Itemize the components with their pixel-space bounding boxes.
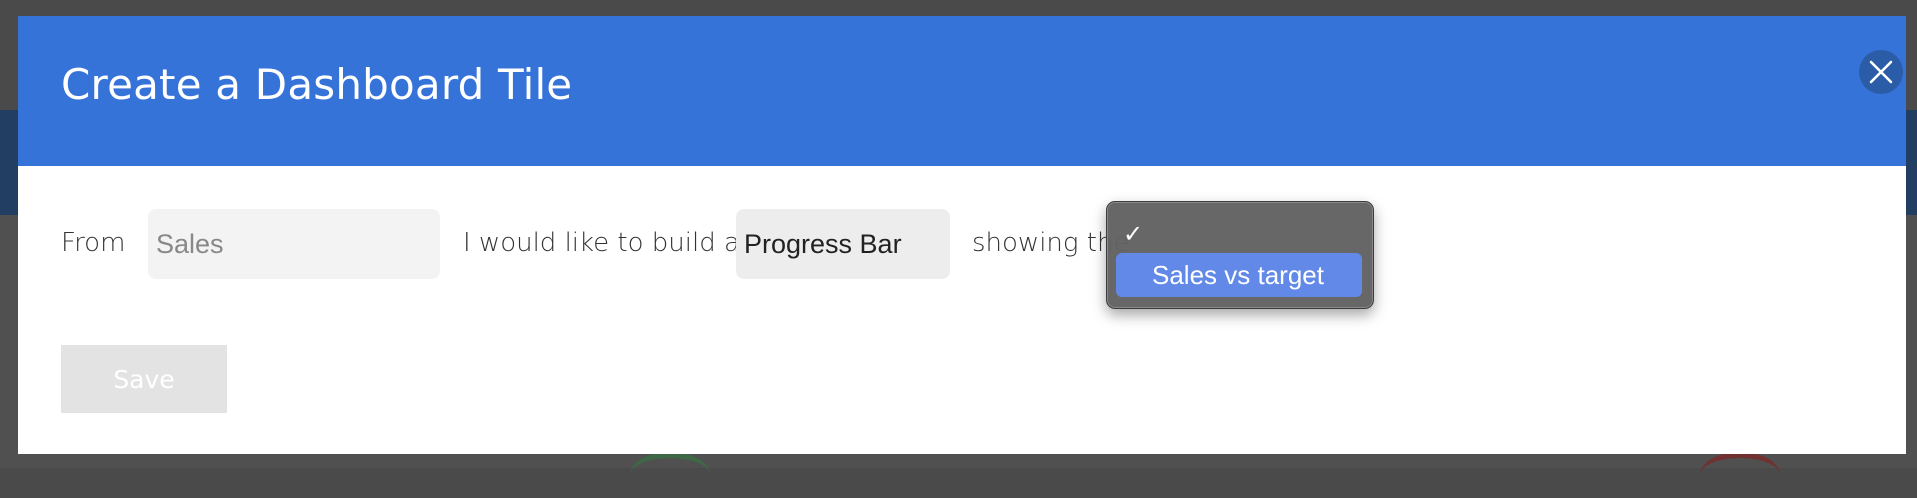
- metric-dropdown-menu: ✓ Sales vs target: [1106, 201, 1374, 309]
- build-label: I would like to build a: [463, 228, 740, 258]
- close-icon: [1869, 60, 1893, 84]
- modal-title: Create a Dashboard Tile: [61, 60, 573, 109]
- modal-header: Create a Dashboard Tile: [18, 16, 1906, 166]
- background-gauge-arc: [630, 452, 710, 498]
- dropdown-option-sales-vs-target[interactable]: Sales vs target: [1116, 253, 1362, 297]
- close-button[interactable]: [1859, 50, 1903, 94]
- tile-type-select[interactable]: Progress Bar: [736, 209, 950, 279]
- create-tile-modal: Create a Dashboard Tile From Sales I wou…: [18, 16, 1906, 454]
- source-select[interactable]: Sales: [148, 209, 440, 279]
- from-label: From: [61, 228, 126, 258]
- save-button[interactable]: Save: [61, 345, 227, 413]
- background-gauge-arc: [1700, 452, 1780, 498]
- checkmark-icon: ✓: [1123, 220, 1144, 248]
